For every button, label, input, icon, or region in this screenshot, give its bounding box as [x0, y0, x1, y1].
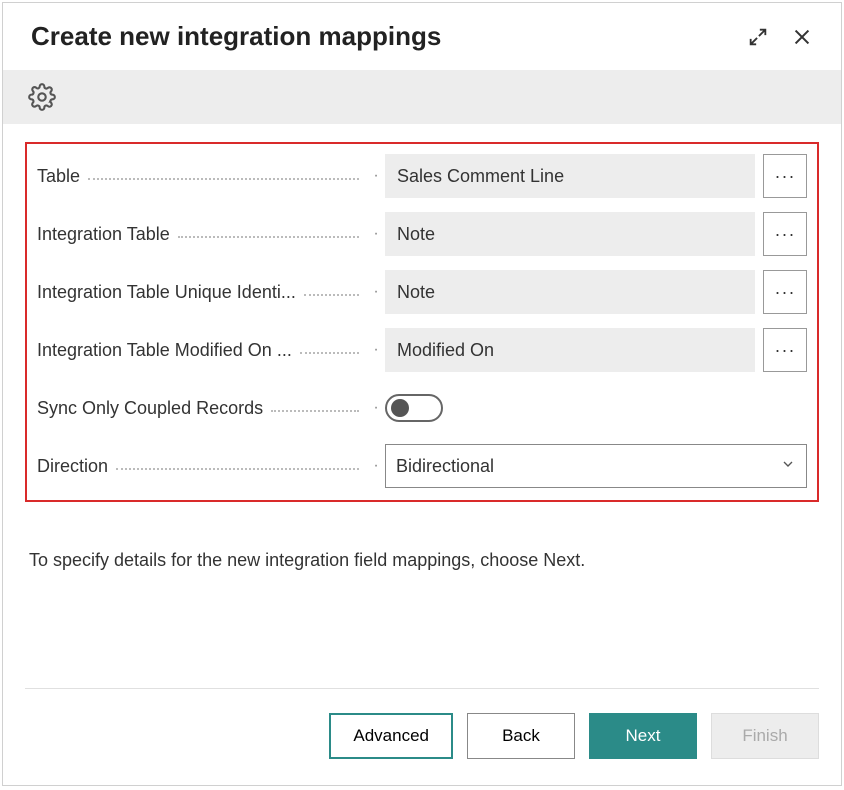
separator-dot: · [373, 341, 379, 359]
sync-only-coupled-toggle[interactable] [385, 394, 443, 422]
row-integration-table-modified-on: Integration Table Modified On ... · Modi… [37, 328, 807, 372]
dialog-header: Create new integration mappings [3, 3, 841, 70]
row-table: Table · Sales Comment Line ··· [37, 154, 807, 198]
form-area: Table · Sales Comment Line ··· Integrati… [3, 124, 841, 502]
integration-table-modified-on-lookup-button[interactable]: ··· [763, 328, 807, 372]
label-direction: Direction [37, 456, 108, 477]
separator-dot: · [373, 225, 379, 243]
dots-filler [88, 172, 359, 180]
back-button[interactable]: Back [467, 713, 575, 759]
dots-filler [304, 288, 359, 296]
integration-table-uid-input[interactable]: Note [385, 270, 755, 314]
dots-filler [271, 404, 359, 412]
direction-value: Bidirectional [396, 456, 494, 477]
row-sync-only-coupled: Sync Only Coupled Records · [37, 386, 807, 430]
row-integration-table-uid: Integration Table Unique Identi... · Not… [37, 270, 807, 314]
dots-filler [300, 346, 359, 354]
close-icon[interactable] [789, 24, 815, 50]
integration-table-input[interactable]: Note [385, 212, 755, 256]
separator-dot: · [373, 457, 379, 475]
ellipsis-icon: ··· [775, 340, 796, 361]
separator-dot: · [373, 399, 379, 417]
expand-icon[interactable] [745, 24, 771, 50]
row-direction: Direction · Bidirectional [37, 444, 807, 488]
table-input[interactable]: Sales Comment Line [385, 154, 755, 198]
spacer [3, 571, 841, 688]
dialog: Create new integration mappings [2, 2, 842, 786]
advanced-button[interactable]: Advanced [329, 713, 453, 759]
ellipsis-icon: ··· [775, 224, 796, 245]
header-controls [745, 24, 815, 50]
row-integration-table: Integration Table · Note ··· [37, 212, 807, 256]
table-lookup-button[interactable]: ··· [763, 154, 807, 198]
dots-filler [178, 230, 359, 238]
help-text: To specify details for the new integrati… [3, 502, 841, 571]
separator-dot: · [373, 167, 379, 185]
toggle-knob [391, 399, 409, 417]
ellipsis-icon: ··· [775, 166, 796, 187]
label-integration-table: Integration Table [37, 224, 170, 245]
integration-table-lookup-button[interactable]: ··· [763, 212, 807, 256]
ellipsis-icon: ··· [775, 282, 796, 303]
next-button[interactable]: Next [589, 713, 697, 759]
dialog-title: Create new integration mappings [31, 21, 441, 52]
direction-select[interactable]: Bidirectional [385, 444, 807, 488]
integration-table-uid-lookup-button[interactable]: ··· [763, 270, 807, 314]
integration-table-modified-on-input[interactable]: Modified On [385, 328, 755, 372]
gear-icon[interactable] [25, 80, 59, 114]
label-integration-table-uid: Integration Table Unique Identi... [37, 282, 296, 303]
finish-button: Finish [711, 713, 819, 759]
separator-dot: · [373, 283, 379, 301]
label-table: Table [37, 166, 80, 187]
toolbar [3, 70, 841, 124]
dialog-footer: Advanced Back Next Finish [25, 688, 819, 785]
label-sync-only-coupled: Sync Only Coupled Records [37, 398, 263, 419]
label-integration-table-modified-on: Integration Table Modified On ... [37, 340, 292, 361]
chevron-down-icon [780, 456, 796, 477]
dots-filler [116, 462, 359, 470]
highlight-box: Table · Sales Comment Line ··· Integrati… [25, 142, 819, 502]
